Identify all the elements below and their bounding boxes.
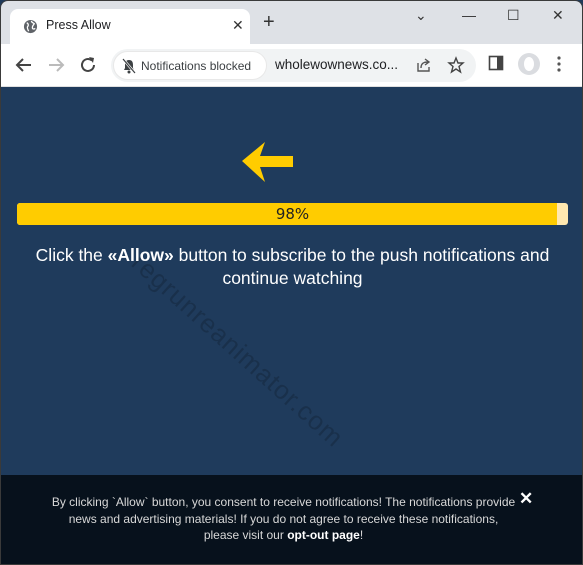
back-arrow-icon[interactable] [13,54,35,76]
consent-text: By clicking `Allow` button, you consent … [51,494,516,544]
url-text[interactable]: wholewownews.co... [275,57,398,72]
bell-off-icon [122,58,136,74]
headline: Click the «Allow» button to subscribe to… [11,244,574,290]
tab-close-icon[interactable]: ✕ [232,17,244,34]
notifications-blocked-chip[interactable]: Notifications blocked [113,51,267,80]
omnibox[interactable]: Notifications blocked wholewownews.co... [111,49,476,82]
consent-footer: By clicking `Allow` button, you consent … [1,475,582,564]
bookmark-star-icon[interactable] [447,56,465,74]
progress-label: 98% [275,205,310,223]
tab-search-icon[interactable]: ⌄ [415,7,427,24]
reload-icon[interactable] [77,54,99,76]
more-menu-icon[interactable] [556,55,562,73]
forward-arrow-icon[interactable] [45,54,67,76]
profile-avatar-icon[interactable] [518,53,540,75]
consent-text-end: ! [359,528,364,542]
headline-prefix: Click the [35,245,108,265]
minimize-button[interactable]: — [462,7,476,23]
tab-active[interactable]: Press Allow ✕ [10,9,250,44]
browser-window: Press Allow ✕ + ⌄ — ☐ ✕ Notifications bl… [0,0,583,565]
footer-close-icon[interactable]: ✕ [519,489,533,509]
side-panel-icon[interactable] [488,55,504,71]
window-close-button[interactable]: ✕ [552,7,564,24]
notifications-blocked-label: Notifications blocked [141,59,252,73]
opt-out-link[interactable]: opt-out page [287,528,360,542]
globe-icon [23,19,38,34]
tab-title: Press Allow [46,18,111,32]
browser-toolbar: Notifications blocked wholewownews.co... [1,44,582,87]
left-arrow-icon [242,142,293,182]
page-content: regrunreanimator.com 98% Click the «Allo… [1,87,582,564]
share-icon[interactable] [415,56,433,74]
tab-strip: Press Allow ✕ + ⌄ — ☐ ✕ [1,1,582,44]
consent-text-body: By clicking `Allow` button, you consent … [51,495,516,542]
progress-bar: 98% [17,203,568,225]
headline-suffix: button to subscribe to the push notifica… [173,245,550,288]
maximize-button[interactable]: ☐ [507,7,520,24]
headline-allow: «Allow» [107,245,174,265]
new-tab-button[interactable]: + [263,12,275,32]
